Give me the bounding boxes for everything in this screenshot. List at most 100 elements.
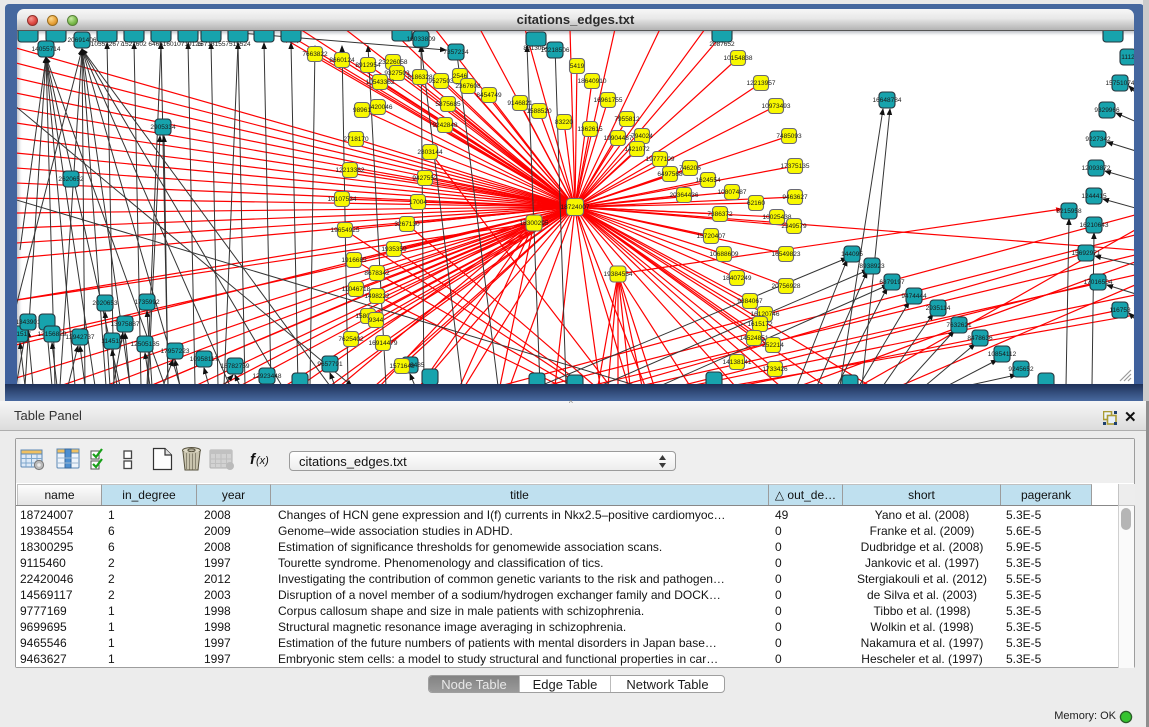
svg-text:2349579: 2349579: [781, 223, 807, 230]
svg-text:10688609: 10688609: [710, 251, 739, 258]
svg-text:16782759: 16782759: [221, 363, 250, 370]
svg-text:9245652: 9245652: [1008, 366, 1034, 373]
svg-text:1571648: 1571648: [389, 363, 415, 370]
svg-text:3267130: 3267130: [394, 221, 420, 228]
svg-text:1421072: 1421072: [624, 146, 650, 153]
svg-text:9384067: 9384067: [737, 298, 763, 305]
svg-text:7625402: 7625402: [338, 336, 364, 343]
svg-text:10543362: 10543362: [366, 79, 395, 86]
svg-text:17375135: 17375135: [781, 163, 810, 170]
svg-text:14055714: 14055714: [32, 46, 61, 53]
svg-text:7357234: 7357234: [443, 49, 469, 56]
svg-text:8478636: 8478636: [967, 335, 993, 342]
svg-text:8912954: 8912954: [355, 62, 381, 69]
svg-text:2087652: 2087652: [709, 41, 735, 48]
svg-text:19654925: 19654925: [331, 227, 360, 234]
svg-text:13975887: 13975887: [111, 321, 140, 328]
svg-text:2935114: 2935114: [926, 305, 951, 312]
svg-text:6466160: 6466160: [148, 41, 174, 48]
svg-text:(x): (x): [256, 455, 269, 467]
svg-text:16713155: 16713155: [197, 41, 226, 48]
svg-text:1498222: 1498222: [364, 293, 390, 300]
svg-text:9146821: 9146821: [507, 100, 533, 107]
svg-text:10107534: 10107534: [328, 196, 357, 203]
svg-text:20756928: 20756928: [772, 283, 801, 290]
svg-text:20364436: 20364436: [670, 192, 699, 199]
svg-text:12213382: 12213382: [336, 167, 365, 174]
svg-text:2718170: 2718170: [343, 136, 369, 143]
svg-text:144095: 144095: [841, 251, 863, 258]
svg-text:9227342: 9227342: [1085, 136, 1111, 143]
svg-text:116753: 116753: [1109, 307, 1131, 314]
svg-text:1588520: 1588520: [526, 108, 552, 115]
svg-text:18640910: 18640910: [578, 78, 607, 85]
svg-text:1916685: 1916685: [341, 257, 367, 264]
svg-text:16033809: 16033809: [407, 36, 436, 43]
svg-text:2020653: 2020653: [92, 300, 118, 307]
svg-text:9327503: 9327503: [384, 70, 410, 77]
svg-text:10854112: 10854112: [988, 351, 1017, 358]
svg-text:10973493: 10973493: [762, 103, 791, 110]
svg-text:1343901: 1343901: [17, 319, 41, 326]
svg-text:2620652: 2620652: [58, 176, 84, 183]
svg-text:1624554: 1624554: [695, 177, 721, 184]
svg-text:19218506: 19218506: [541, 47, 570, 54]
svg-text:17957223: 17957223: [161, 348, 190, 355]
svg-text:7485093: 7485093: [776, 133, 802, 140]
svg-text:2367608: 2367608: [455, 83, 481, 90]
svg-text:98961: 98961: [353, 107, 371, 114]
svg-text:8454749: 8454749: [476, 92, 502, 99]
svg-text:1615172: 1615172: [747, 321, 773, 328]
svg-text:10807487: 10807487: [718, 189, 747, 196]
svg-text:1112: 1112: [1121, 54, 1134, 61]
svg-text:7663822: 7663822: [302, 51, 328, 58]
svg-text:8938923: 8938923: [859, 263, 885, 270]
svg-text:1362615: 1362615: [577, 126, 603, 133]
svg-text:12213957: 12213957: [747, 80, 776, 87]
svg-text:7955812: 7955812: [614, 116, 640, 123]
svg-text:15692971: 15692971: [1072, 250, 1101, 257]
svg-text:2803144: 2803144: [417, 149, 443, 156]
svg-text:9427552: 9427552: [412, 175, 438, 182]
svg-text:12923448: 12923448: [253, 373, 282, 380]
svg-text:9344: 9344: [369, 317, 384, 324]
svg-text:16210643: 16210643: [1080, 222, 1109, 229]
svg-text:14138141: 14138141: [723, 359, 752, 366]
svg-text:6497568: 6497568: [657, 171, 683, 178]
svg-text:17016504: 17016504: [1084, 279, 1113, 286]
svg-text:5875685: 5875685: [435, 101, 461, 108]
svg-text:1527602: 1527602: [121, 41, 147, 48]
svg-text:7632621: 7632621: [946, 322, 972, 329]
svg-text:9657791: 9657791: [317, 361, 343, 368]
svg-text:391517: 391517: [17, 331, 31, 338]
svg-text:7515524: 7515524: [225, 41, 251, 48]
svg-text:12942737: 12942737: [66, 334, 95, 341]
svg-text:794024: 794024: [631, 133, 653, 140]
svg-text:9242848: 9242848: [432, 122, 458, 129]
svg-text:9329966: 9329966: [1094, 107, 1120, 114]
svg-text:1244415: 1244415: [1081, 193, 1107, 200]
svg-text:12093872: 12093872: [1082, 165, 1111, 172]
svg-text:252214: 252214: [762, 342, 784, 349]
svg-text:8215958: 8215958: [1056, 208, 1082, 215]
svg-text:14524851: 14524851: [740, 335, 769, 342]
svg-text:12156829: 12156829: [38, 331, 67, 338]
svg-text:16549823: 16549823: [772, 251, 801, 258]
svg-text:16648784: 16648784: [873, 97, 902, 104]
svg-text:8660124: 8660124: [329, 57, 355, 64]
svg-text:114519: 114519: [101, 338, 123, 345]
svg-text:9463627: 9463627: [782, 194, 808, 201]
svg-text:2905334: 2905334: [150, 124, 176, 131]
svg-text:1935359: 1935359: [381, 246, 407, 253]
svg-text:10154838: 10154838: [724, 55, 753, 62]
svg-text:18407249: 18407249: [723, 275, 752, 282]
svg-text:19777109: 19777109: [646, 156, 675, 163]
svg-text:8678342: 8678342: [364, 270, 390, 277]
svg-text:6379197: 6379197: [879, 279, 905, 286]
svg-text:15720407: 15720407: [697, 233, 726, 240]
svg-text:1735992: 1735992: [134, 299, 160, 306]
svg-text:16961755: 16961755: [594, 97, 623, 104]
svg-text:19384554: 19384554: [604, 271, 633, 278]
svg-text:16914479: 16914479: [369, 340, 398, 347]
svg-text:9527503: 9527503: [428, 78, 454, 85]
